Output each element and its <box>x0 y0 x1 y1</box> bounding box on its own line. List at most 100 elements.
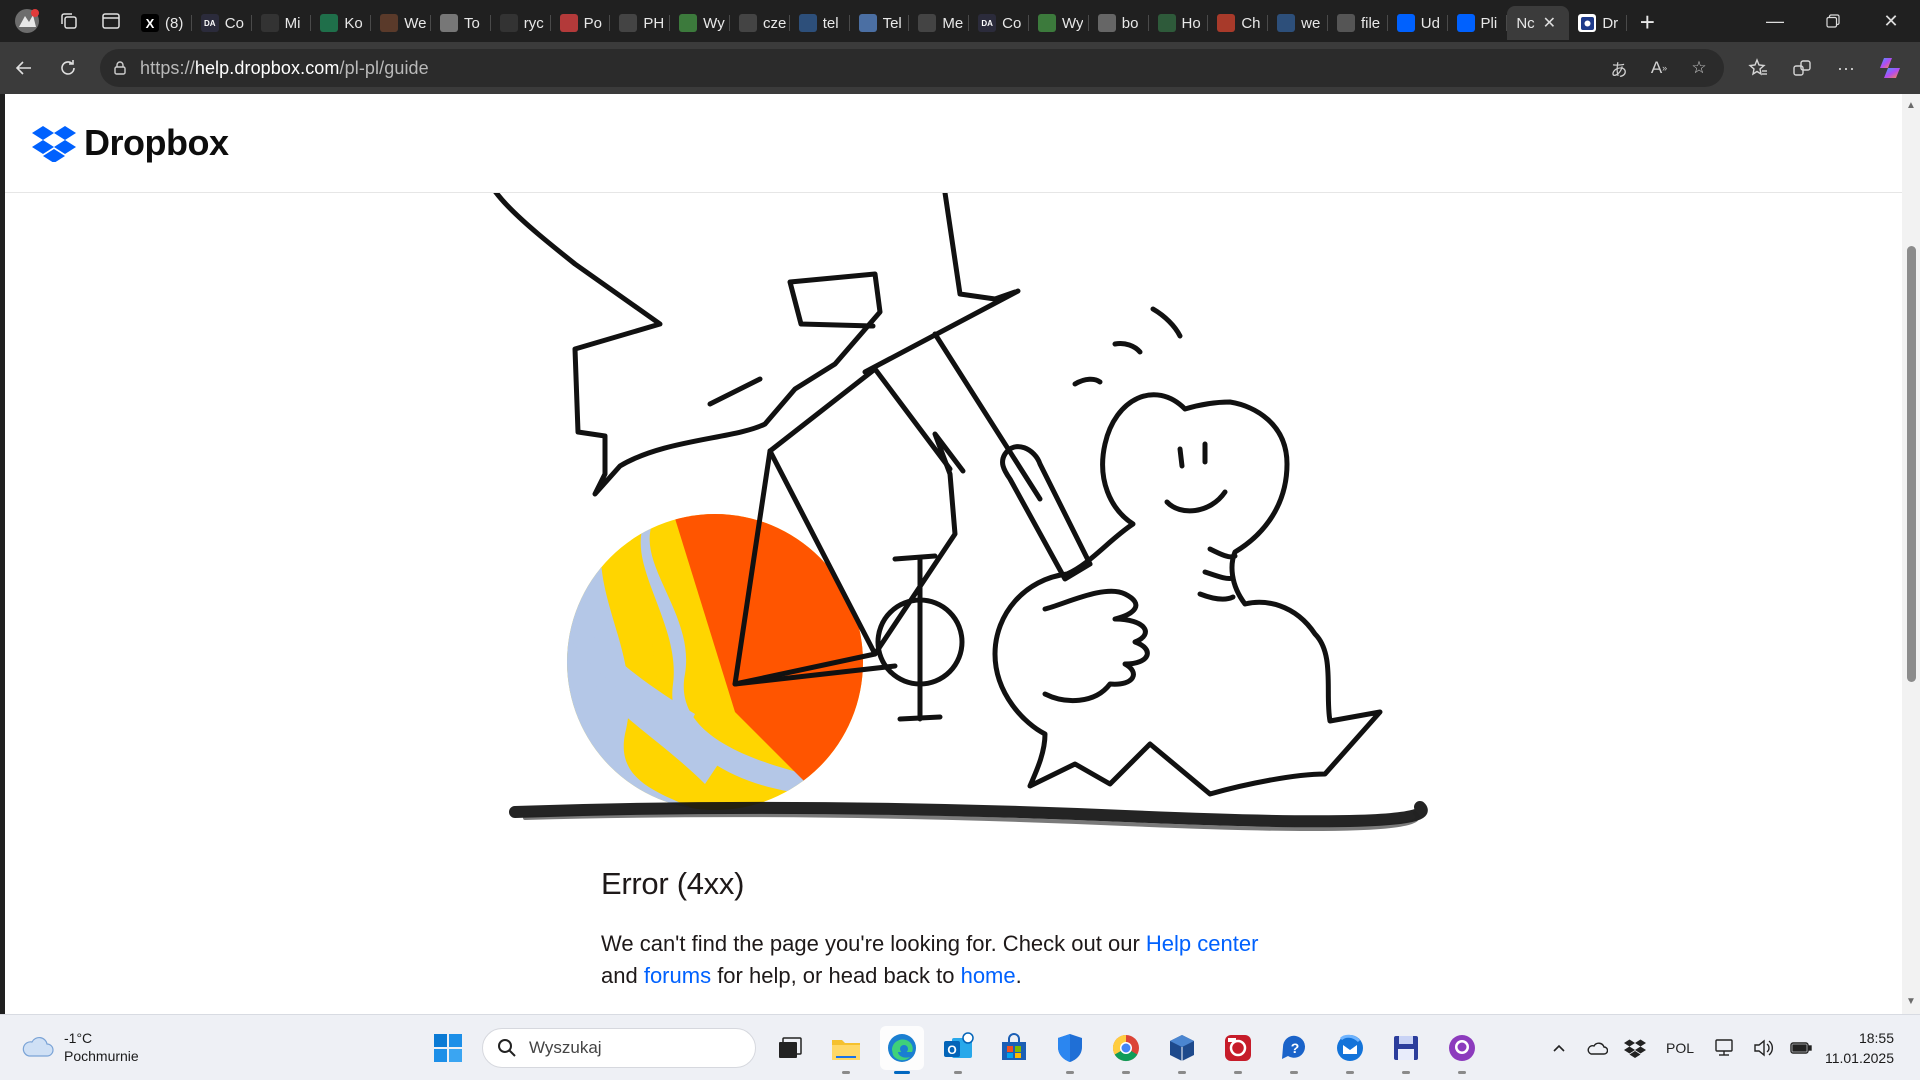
cube-icon <box>1170 1035 1194 1061</box>
tab-item[interactable]: Tel <box>850 6 910 40</box>
network-icon[interactable] <box>1706 1028 1744 1068</box>
virtualbox-button[interactable] <box>1160 1026 1204 1074</box>
grey-square-icon <box>439 14 458 32</box>
tab-item[interactable]: cze <box>730 6 790 40</box>
taskbar-clock[interactable]: 18:55 11.01.2025 <box>1820 1028 1920 1068</box>
tab-label: bo <box>1121 14 1139 32</box>
tab-actions-icon[interactable] <box>90 0 132 42</box>
profile-avatar-icon[interactable] <box>6 0 48 42</box>
collections-icon[interactable] <box>1780 46 1824 90</box>
forums-link[interactable]: forums <box>644 963 711 988</box>
tab-item[interactable]: bo <box>1089 6 1149 40</box>
address-bar[interactable]: https://help.dropbox.com/pl-pl/guide あ A… <box>100 49 1724 87</box>
tab-item[interactable]: Ko <box>311 6 371 40</box>
task-view-icon <box>779 1037 802 1058</box>
tab-item[interactable]: To <box>431 6 491 40</box>
tab-active[interactable]: Nc ✕ <box>1507 6 1570 40</box>
refresh-button[interactable] <box>46 46 90 90</box>
media-app-button[interactable] <box>1216 1026 1260 1074</box>
copilot-icon[interactable] <box>1868 46 1912 90</box>
tab-last[interactable]: Dr <box>1569 6 1628 40</box>
file-explorer-button[interactable] <box>824 1026 868 1074</box>
more-menu-icon[interactable]: ··· <box>1824 46 1868 90</box>
tab-item[interactable]: Wy <box>670 6 730 40</box>
close-window-button[interactable]: ✕ <box>1862 0 1920 42</box>
weather-widget[interactable]: -1°C Pochmurnie <box>20 1029 139 1065</box>
tab-item[interactable]: We <box>371 6 431 40</box>
scroll-thumb[interactable] <box>1907 246 1916 682</box>
thunderbird-icon <box>1337 1034 1363 1061</box>
tab-item[interactable]: Pli <box>1448 6 1508 40</box>
restore-button[interactable] <box>1804 0 1862 42</box>
search-placeholder: Wyszukaj <box>529 1038 602 1057</box>
read-aloud-icon[interactable]: A» <box>1644 53 1674 83</box>
clock-time: 18:55 <box>1858 1030 1894 1046</box>
weather-desc: Pochmurnie <box>64 1048 139 1064</box>
dropbox-tray-icon[interactable] <box>1616 1028 1654 1068</box>
help-app-button[interactable]: ? <box>1272 1026 1316 1074</box>
back-button[interactable] <box>2 46 46 90</box>
github-button[interactable] <box>1440 1026 1484 1074</box>
outlook-button[interactable]: O <box>936 1026 980 1074</box>
store-button[interactable] <box>992 1026 1036 1070</box>
defender-button[interactable] <box>1048 1026 1092 1074</box>
tab-item[interactable]: file <box>1328 6 1388 40</box>
scroll-down-icon[interactable]: ▼ <box>1905 996 1917 1008</box>
tab-item[interactable]: Ho <box>1149 6 1209 40</box>
home-link[interactable]: home <box>961 963 1016 988</box>
tab-item[interactable]: Ch <box>1208 6 1268 40</box>
circle-icon <box>260 14 279 32</box>
volume-icon[interactable] <box>1744 1028 1782 1068</box>
taskbar-search[interactable]: Wyszukaj <box>482 1028 756 1068</box>
github-icon <box>1449 1035 1475 1061</box>
error-title: Error (4xx) <box>601 866 745 901</box>
save-app-button[interactable] <box>1384 1026 1428 1074</box>
tab-item[interactable]: Ud <box>1388 6 1448 40</box>
tab-item[interactable]: Wy <box>1029 6 1089 40</box>
windows-taskbar: -1°C Pochmurnie Wyszukaj O ? POL 18:55 1… <box>0 1014 1920 1080</box>
onedrive-icon[interactable] <box>1578 1028 1616 1068</box>
tab-item[interactable]: X (8) <box>132 6 192 40</box>
tab-item[interactable]: we <box>1268 6 1328 40</box>
tab-label: Ho <box>1181 14 1201 32</box>
tab-item[interactable]: Mi <box>252 6 312 40</box>
tab-item[interactable]: tel <box>790 6 850 40</box>
task-view-button[interactable] <box>768 1026 812 1070</box>
tab-item[interactable]: Po <box>551 6 611 40</box>
tab-item[interactable]: DA Co <box>969 6 1029 40</box>
ms-icon <box>679 14 698 32</box>
help-center-link[interactable]: Help center <box>1146 931 1259 956</box>
battery-icon[interactable] <box>1782 1028 1820 1068</box>
msg-text-4: . <box>1015 963 1022 988</box>
error-content: Error (4xx) We can't find the page you'r… <box>601 866 1261 992</box>
tab-item[interactable]: ryc <box>491 6 551 40</box>
chevron-up-icon[interactable] <box>1540 1028 1578 1068</box>
tab-label: We <box>404 14 427 32</box>
page-scrollbar[interactable]: ▲ ▼ <box>1902 94 1920 1014</box>
search-icon <box>498 1039 516 1057</box>
start-button[interactable] <box>426 1026 470 1070</box>
translate-icon[interactable]: あ <box>1604 53 1634 83</box>
tab-item[interactable]: Me <box>909 6 969 40</box>
red-ball-icon <box>1217 14 1236 32</box>
chrome-button[interactable] <box>1104 1026 1148 1074</box>
da-icon: DA <box>978 14 997 32</box>
windows-logo-icon <box>434 1034 462 1062</box>
edge-browser-button[interactable] <box>880 1026 924 1074</box>
workspaces-icon[interactable] <box>48 0 90 42</box>
dropbox-logo[interactable]: Dropbox <box>32 122 229 164</box>
outlook-icon: O <box>944 1032 974 1058</box>
lock-icon[interactable] <box>100 60 140 76</box>
tab-label: tel <box>822 14 839 32</box>
new-tab-button[interactable]: + <box>1627 5 1667 39</box>
tab-item[interactable]: PH <box>610 6 670 40</box>
scroll-up-icon[interactable]: ▲ <box>1905 100 1917 112</box>
minimize-button[interactable]: — <box>1746 0 1804 42</box>
close-tab-icon[interactable]: ✕ <box>1543 13 1556 33</box>
favorite-star-icon[interactable]: ☆ <box>1684 53 1714 83</box>
thunderbird-button[interactable] <box>1328 1026 1372 1074</box>
tab-item[interactable]: DA Co <box>192 6 252 40</box>
language-indicator[interactable]: POL <box>1654 1040 1706 1056</box>
favorites-icon[interactable] <box>1736 46 1780 90</box>
page-icon <box>918 14 937 32</box>
